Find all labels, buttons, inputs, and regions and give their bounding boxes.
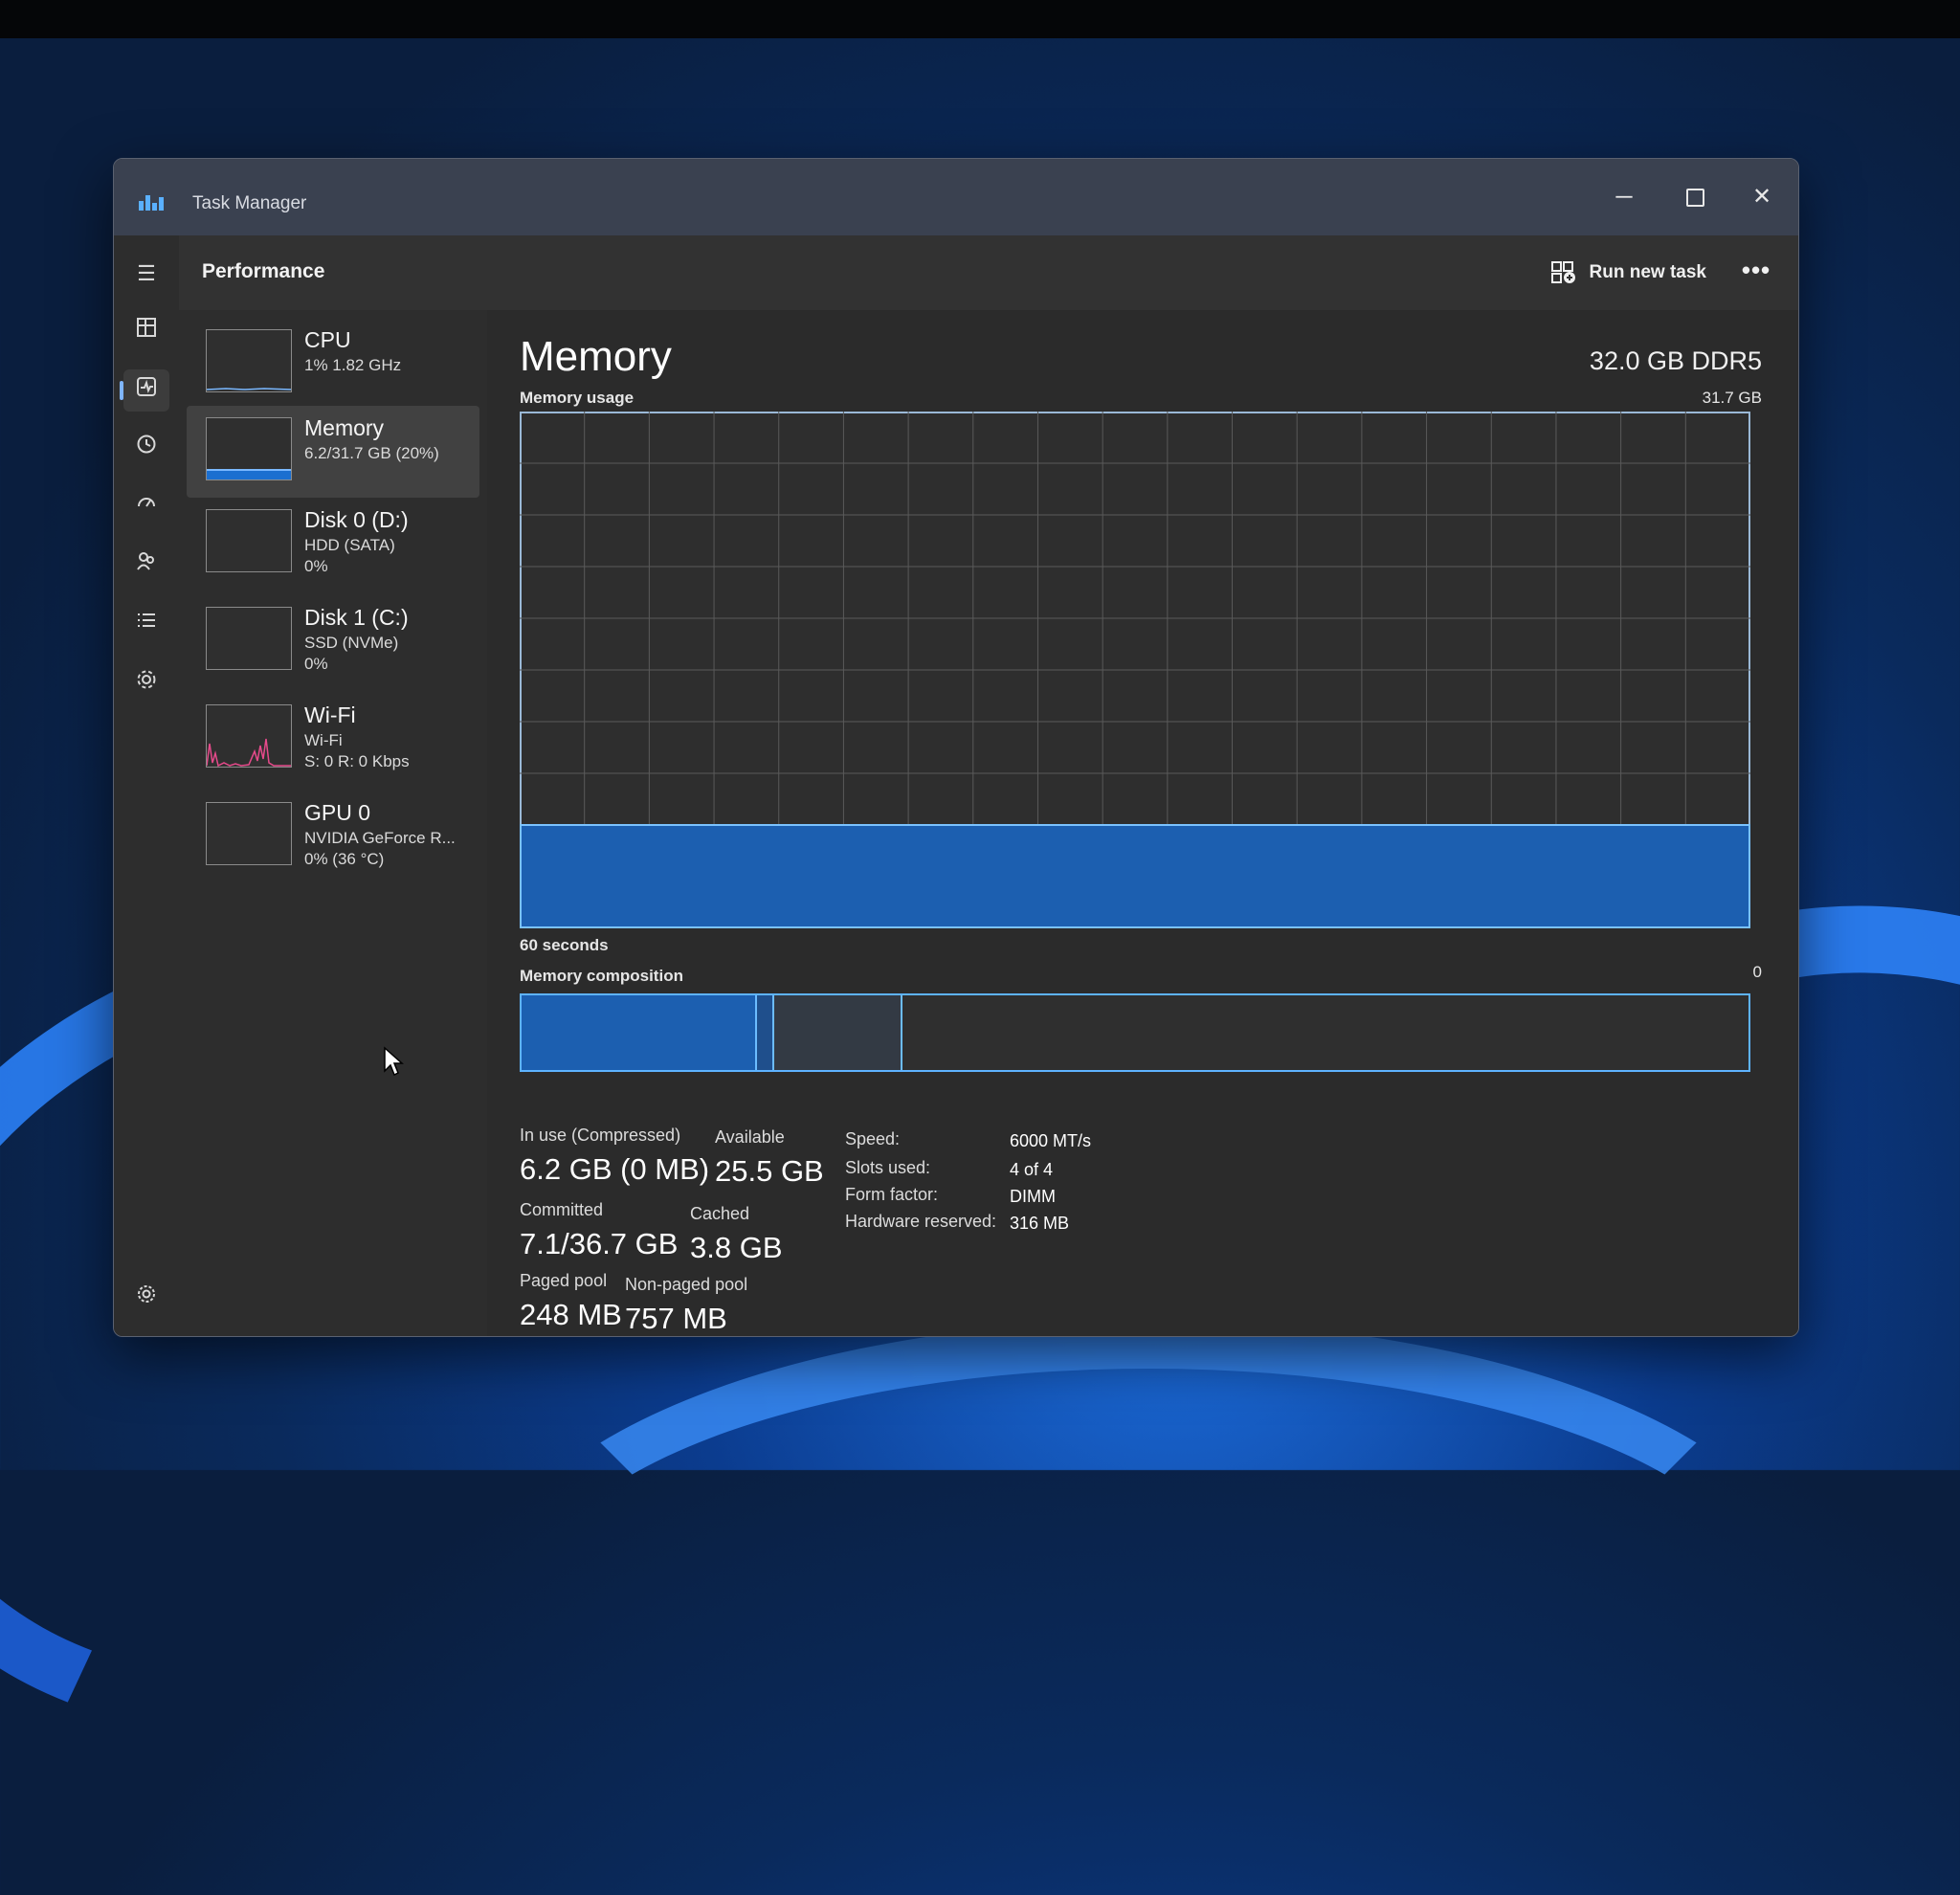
device-usage: 0% (36 °C) xyxy=(304,850,385,868)
composition-standby xyxy=(774,995,902,1070)
device-item-cpu[interactable]: CPU 1% 1.82 GHz xyxy=(187,318,479,410)
close-button[interactable]: ✕ xyxy=(1733,176,1791,218)
startup-icon xyxy=(138,498,155,507)
composition-in-use xyxy=(522,995,757,1070)
services-icon xyxy=(137,670,156,689)
nav-users[interactable] xyxy=(123,544,169,586)
nav-services[interactable] xyxy=(123,662,169,704)
wifi-thumbnail xyxy=(206,704,292,768)
nav-performance[interactable] xyxy=(120,369,169,412)
app-history-icon xyxy=(137,435,156,454)
device-name: Memory xyxy=(304,415,385,440)
device-usage: S: 0 R: 0 Kbps xyxy=(304,752,410,770)
nav-settings[interactable] xyxy=(123,1277,169,1319)
menu-button[interactable]: ☰ xyxy=(123,253,169,295)
more-options-button[interactable]: ••• xyxy=(1735,253,1777,291)
performance-icon xyxy=(137,377,156,396)
wallpaper-swirl xyxy=(479,1321,1818,1895)
page-header: Performance Run new task ••• xyxy=(179,235,1798,311)
disk0-thumbnail xyxy=(206,509,292,572)
in-use-value: 6.2 GB (0 MB) xyxy=(520,1152,710,1186)
task-manager-window: Task Manager ─ ✕ ☰ Performance Run new t… xyxy=(113,158,1799,1337)
memory-usage-max: 31.7 GB xyxy=(1702,389,1762,407)
device-name: Disk 1 (C:) xyxy=(304,605,409,630)
form-factor-key: Form factor: xyxy=(845,1185,939,1204)
minimize-button[interactable]: ─ xyxy=(1595,176,1653,218)
device-name: Wi-Fi xyxy=(304,702,356,727)
paged-pool-value: 248 MB xyxy=(520,1298,622,1331)
title-bar[interactable]: Task Manager ─ ✕ xyxy=(114,159,1798,235)
nav-startup[interactable] xyxy=(123,486,169,528)
memory-panel: Memory 32.0 GB DDR5 Memory usage 31.7 GB… xyxy=(487,310,1798,1336)
form-factor-value: DIMM xyxy=(1010,1187,1056,1206)
mouse-cursor-icon xyxy=(384,1046,404,1077)
run-new-task-button[interactable]: Run new task xyxy=(1550,256,1706,289)
graph-zero-label: 0 xyxy=(1752,963,1762,981)
cached-label: Cached xyxy=(690,1204,750,1223)
task-manager-icon xyxy=(139,191,164,211)
device-detail: 1% 1.82 GHz xyxy=(304,356,402,374)
device-name: Disk 0 (D:) xyxy=(304,507,409,532)
memory-title: Memory xyxy=(520,333,672,380)
details-icon xyxy=(138,613,155,627)
memory-spec: 32.0 GB DDR5 xyxy=(1589,346,1762,375)
available-value: 25.5 GB xyxy=(715,1154,824,1188)
users-icon xyxy=(137,552,154,570)
non-paged-pool-label: Non-paged pool xyxy=(625,1275,748,1294)
cached-value: 3.8 GB xyxy=(690,1231,783,1264)
committed-label: Committed xyxy=(520,1200,604,1219)
maximize-icon xyxy=(1685,189,1704,208)
settings-icon xyxy=(138,1285,155,1303)
run-new-task-label: Run new task xyxy=(1589,262,1706,282)
device-detail: SSD (NVMe) xyxy=(304,634,399,652)
slots-value: 4 of 4 xyxy=(1010,1160,1054,1179)
cpu-thumbnail xyxy=(206,329,292,392)
memory-usage-label: Memory usage xyxy=(520,389,635,407)
device-name: CPU xyxy=(304,327,351,352)
device-detail: Wi-Fi xyxy=(304,731,343,749)
composition-free xyxy=(902,995,1748,1070)
maximize-button[interactable] xyxy=(1666,176,1724,218)
memory-composition-bar xyxy=(520,993,1750,1072)
paged-pool-label: Paged pool xyxy=(520,1271,608,1290)
device-detail: HDD (SATA) xyxy=(304,536,395,554)
committed-value: 7.1/36.7 GB xyxy=(520,1227,679,1260)
run-task-icon xyxy=(1550,261,1575,283)
device-detail: NVIDIA GeForce R... xyxy=(304,829,456,847)
device-list: CPU 1% 1.82 GHz Memory 6.2/31.7 GB (20%)… xyxy=(179,310,487,1336)
in-use-label: In use (Compressed) xyxy=(520,1126,681,1145)
available-label: Available xyxy=(715,1127,785,1147)
speed-value: 6000 MT/s xyxy=(1010,1131,1092,1150)
memory-thumbnail xyxy=(206,417,292,480)
screen-top-edge xyxy=(0,0,1960,38)
device-item-memory[interactable]: Memory 6.2/31.7 GB (20%) xyxy=(187,406,479,498)
memory-composition-label: Memory composition xyxy=(520,967,683,985)
device-detail: 6.2/31.7 GB (20%) xyxy=(304,444,439,462)
memory-usage-area xyxy=(520,824,1750,928)
window-title: Task Manager xyxy=(192,193,307,213)
slots-key: Slots used: xyxy=(845,1158,931,1177)
nav-processes[interactable] xyxy=(123,310,169,352)
processes-icon xyxy=(137,318,156,337)
device-usage: 0% xyxy=(304,557,328,575)
device-item-wifi[interactable]: Wi-Fi Wi-Fi S: 0 R: 0 Kbps xyxy=(187,693,479,785)
device-usage: 0% xyxy=(304,655,328,673)
device-name: GPU 0 xyxy=(304,800,371,825)
gpu0-thumbnail xyxy=(206,802,292,865)
nav-details[interactable] xyxy=(123,603,169,645)
graph-time-label: 60 seconds xyxy=(520,936,609,954)
speed-key: Speed: xyxy=(845,1129,901,1148)
hardware-reserved-key: Hardware reserved: xyxy=(845,1212,997,1231)
device-item-disk0[interactable]: Disk 0 (D:) HDD (SATA) 0% xyxy=(187,498,479,590)
hardware-reserved-value: 316 MB xyxy=(1010,1214,1070,1233)
navigation-rail: ☰ xyxy=(114,235,179,1336)
device-item-disk1[interactable]: Disk 1 (C:) SSD (NVMe) 0% xyxy=(187,595,479,687)
device-item-gpu0[interactable]: GPU 0 NVIDIA GeForce R... 0% (36 °C) xyxy=(187,791,479,882)
composition-modified xyxy=(757,995,774,1070)
disk1-thumbnail xyxy=(206,607,292,670)
memory-usage-graph xyxy=(520,412,1750,928)
non-paged-pool-value: 757 MB xyxy=(625,1302,727,1335)
page-title: Performance xyxy=(202,260,325,282)
nav-app-history[interactable] xyxy=(123,427,169,469)
